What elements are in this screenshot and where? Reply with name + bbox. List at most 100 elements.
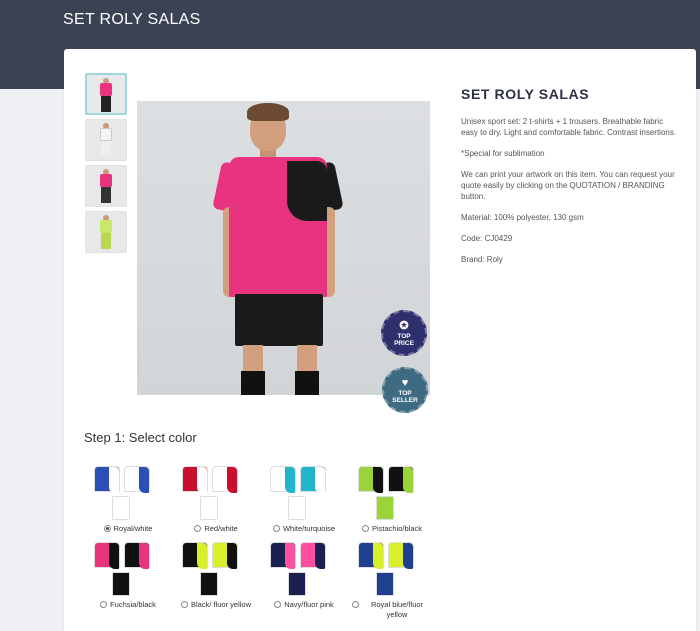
tshirt-panel <box>227 467 237 493</box>
color-radio[interactable] <box>352 601 359 608</box>
shorts-swatch <box>200 496 218 520</box>
tshirt-panel <box>197 543 207 569</box>
thumb-model-shirt <box>100 174 112 187</box>
color-swatch[interactable] <box>348 464 436 524</box>
color-swatch[interactable] <box>260 464 348 524</box>
color-option-label[interactable]: Black/ fluor yellow <box>172 600 260 610</box>
top-seller-line1: TOP <box>398 389 412 397</box>
tshirt-swatch <box>124 542 150 569</box>
thumbnail-3[interactable] <box>85 165 127 207</box>
thumb-model-shirt <box>100 83 112 96</box>
color-option-label[interactable]: White/turquoise <box>260 524 348 534</box>
product-special-note: *Special for sublimation <box>461 149 545 158</box>
thumb-model-legs <box>101 187 111 203</box>
heart-icon: ♥ <box>401 376 409 389</box>
color-radio[interactable] <box>180 601 188 608</box>
color-option[interactable]: Fuchsia/black <box>84 540 172 610</box>
page-title: SET ROLY SALAS <box>63 11 201 28</box>
thumb-model-shirt <box>100 220 112 233</box>
product-brand: Brand: Roly <box>461 255 503 264</box>
color-swatch[interactable] <box>84 540 172 600</box>
model-sock <box>241 371 265 395</box>
tshirt-panel <box>373 467 383 493</box>
thumbnail-1[interactable] <box>85 73 127 115</box>
product-description: Unisex sport set: 2 t-shirts + 1 trouser… <box>461 117 677 137</box>
tshirt-swatch <box>94 542 120 569</box>
tshirt-panel <box>109 543 119 569</box>
color-option-label[interactable]: Royal/white <box>84 524 172 534</box>
medal-icon: ✪ <box>399 319 409 332</box>
tshirt-panel <box>139 543 149 569</box>
shorts-swatch <box>288 496 306 520</box>
color-radio[interactable] <box>103 525 111 532</box>
thumb-model-legs <box>101 96 111 112</box>
color-option[interactable]: Navy/fluor pink <box>260 540 348 610</box>
color-option-label[interactable]: Pistachio/black <box>348 524 436 534</box>
tshirt-panel <box>109 467 119 493</box>
color-name: Royal blue/fluor yellow <box>370 600 424 619</box>
color-option-label[interactable]: Red/white <box>172 524 260 534</box>
color-name: White/turquoise <box>282 524 336 533</box>
thumbnail-2[interactable] <box>85 119 127 161</box>
color-radio[interactable] <box>274 601 282 608</box>
product-info: SET ROLY SALAS Unisex sport set: 2 t-shi… <box>461 86 681 275</box>
color-radio[interactable] <box>194 525 202 532</box>
color-swatch[interactable] <box>172 464 260 524</box>
tshirt-panel <box>315 467 325 493</box>
model-hair <box>247 103 289 121</box>
tshirt-swatch <box>358 542 384 569</box>
tshirt-panel <box>285 543 295 569</box>
tshirt-swatch <box>270 542 296 569</box>
tshirt-panel <box>403 543 413 569</box>
color-name: Navy/fluor pink <box>284 600 334 609</box>
tshirt-panel <box>315 543 325 569</box>
tshirt-swatch <box>388 466 414 493</box>
tshirt-panel <box>139 467 149 493</box>
thumbnail-strip <box>85 73 127 257</box>
step1-title: Step 1: Select color <box>84 430 197 445</box>
color-radio[interactable] <box>100 601 108 608</box>
color-option-label[interactable]: Fuchsia/black <box>84 600 172 610</box>
top-price-line2: PRICE <box>394 339 414 347</box>
color-swatch[interactable] <box>84 464 172 524</box>
tshirt-swatch <box>212 542 238 569</box>
color-option-label[interactable]: Navy/fluor pink <box>260 600 348 610</box>
shorts-swatch <box>288 572 306 596</box>
color-option[interactable]: Black/ fluor yellow <box>172 540 260 610</box>
product-title: SET ROLY SALAS <box>461 86 590 102</box>
color-option[interactable]: White/turquoise <box>260 464 348 534</box>
color-radio[interactable] <box>272 525 280 532</box>
tshirt-swatch <box>212 466 238 493</box>
color-option[interactable]: Pistachio/black <box>348 464 436 534</box>
color-name: Royal/white <box>113 524 153 533</box>
color-name: Pistachio/black <box>371 524 423 533</box>
shorts-swatch <box>200 572 218 596</box>
top-price-line1: TOP <box>397 332 411 340</box>
shorts-swatch <box>376 572 394 596</box>
shorts-swatch <box>376 496 394 520</box>
main-product-photo <box>137 101 430 395</box>
tshirt-panel <box>285 467 295 493</box>
color-option[interactable]: Red/white <box>172 464 260 534</box>
color-swatch[interactable] <box>348 540 436 600</box>
tshirt-panel <box>197 467 207 493</box>
tshirt-swatch <box>182 466 208 493</box>
tshirt-panel <box>373 543 383 569</box>
color-name: Red/white <box>204 524 238 533</box>
tshirt-swatch <box>182 542 208 569</box>
thumb-model-shirt <box>100 128 112 141</box>
product-code: Code: CJ0429 <box>461 234 513 243</box>
color-radio[interactable] <box>361 525 369 532</box>
tshirt-panel <box>403 467 413 493</box>
top-seller-badge: ♥ TOP SELLER <box>382 367 428 413</box>
thumbnail-4[interactable] <box>85 211 127 253</box>
color-option[interactable]: Royal/white <box>84 464 172 534</box>
tshirt-panel <box>227 543 237 569</box>
thumb-model-legs <box>101 233 111 249</box>
color-option[interactable]: Royal blue/fluor yellow <box>348 540 436 620</box>
color-name: Fuchsia/black <box>110 600 156 609</box>
color-name: Black/ fluor yellow <box>190 600 252 609</box>
color-swatch[interactable] <box>260 540 348 600</box>
color-option-label[interactable]: Royal blue/fluor yellow <box>348 600 436 620</box>
color-swatch[interactable] <box>172 540 260 600</box>
